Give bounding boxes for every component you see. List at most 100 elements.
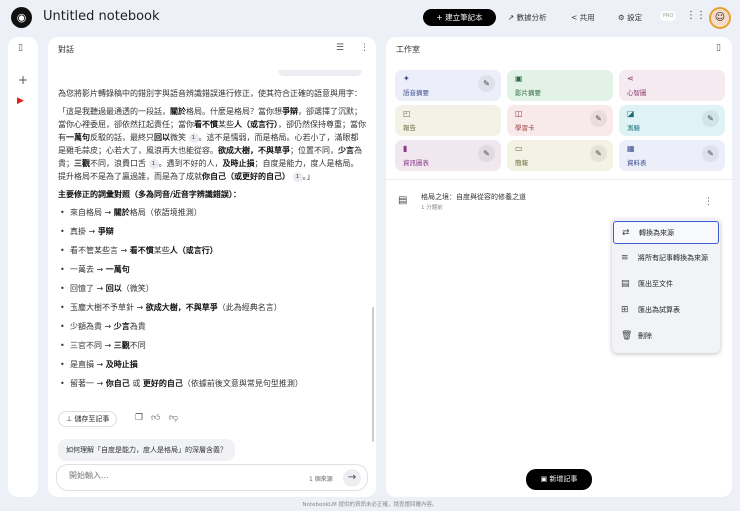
analytics-label: 數據分析 (516, 13, 547, 22)
avatar[interactable]: ☺ (709, 7, 731, 29)
tune-icon[interactable]: ☰ (336, 43, 344, 53)
apps-grid-icon[interactable]: ⋮⋮ (686, 10, 706, 21)
correction-item: 看不管某些言 → 看不慣某些人（或言行） (60, 244, 366, 257)
edit-icon[interactable]: ✎ (590, 110, 607, 127)
bold-text: 少言 (113, 322, 130, 331)
thumbs-up-icon[interactable]: 👍︎ (151, 413, 160, 423)
text-segment: 格局（依語境推測） (129, 208, 202, 217)
correction-item: 來自格局 → 關於格局（依語境推測） (60, 206, 366, 219)
top-bar: ◉ Untitled notebook + 建立筆記本 ↗ 數據分析 < 共用 … (0, 0, 740, 36)
bold-text: 回以 (154, 133, 170, 142)
citation-chip[interactable]: 1 (148, 159, 159, 169)
studio-tile[interactable]: ◪ 測驗 ✎ (619, 105, 725, 136)
chat-input[interactable] (69, 471, 269, 480)
create-notebook-button[interactable]: + 建立筆記本 (423, 9, 496, 26)
bold-text: 欲成大樹，不與草爭 (145, 303, 218, 312)
copy-icon[interactable]: ❐ (135, 413, 143, 423)
notebook-title[interactable]: Untitled notebook (43, 9, 160, 24)
text-segment: 。」 (302, 172, 315, 181)
edit-icon[interactable]: ✎ (478, 75, 495, 92)
thumbs-down-icon[interactable]: 👎︎ (169, 413, 178, 423)
text-segment: 不同，浪費口舌 (90, 159, 149, 168)
sources-collapsed-panel: ▯ + ▶ (8, 37, 38, 497)
chart-icon: ▮ (403, 144, 408, 153)
correction-item: 回憶了 → 回以（微笑） (60, 282, 366, 295)
add-note-label: 新增記事 (549, 475, 578, 483)
citation-chip[interactable]: 1 (188, 133, 199, 143)
note-context-menu: ⇄ 轉換為來源 ≡ 將所有記事轉換為來源 ▤ 匯出至文件 ⊞ 匯出為試算表 🗑︎ 刪除 (612, 219, 720, 353)
tile-label: 心智圖 (627, 89, 647, 97)
bold-text: 欲成大樹，不與草爭 (218, 146, 290, 155)
menu-item[interactable]: ≡ 將所有記事轉換為來源 (613, 247, 719, 270)
studio-tile[interactable]: ⋖ 心智圖 (619, 70, 725, 101)
menu-item[interactable]: 🗑︎ 刪除 (613, 325, 719, 348)
chat-scrollbar[interactable] (372, 307, 374, 442)
studio-tile[interactable]: ▮ 資訊圖表 ✎ (395, 140, 501, 171)
studio-tile[interactable]: ◫ 學習卡 ✎ (507, 105, 613, 136)
analytics-button[interactable]: ↗ 數據分析 (508, 9, 547, 26)
menu-item[interactable]: ▤ 匯出至文件 (613, 273, 719, 296)
edit-icon[interactable]: ✎ (478, 145, 495, 162)
bold-text: 關於 (170, 107, 186, 116)
response-intro: 為您將影片轉錄稿中的錯別字與語音辨識錯誤進行修正，使其符合正確的語意與用字： (58, 89, 362, 98)
disclaimer: NotebookLM 提供的資訊未必正確，請查證回覆內容。 (302, 502, 438, 508)
edit-icon[interactable]: ✎ (702, 145, 719, 162)
quiz-icon: ◪ (627, 109, 635, 118)
mindmap-icon: ⋖ (627, 74, 634, 83)
settings-button[interactable]: ⚙ 設定 (618, 9, 642, 26)
text-segment: 「這是我聽過最通透的一段話， (58, 107, 170, 116)
text-segment: 。遇到不好的人， (158, 159, 223, 168)
studio-title: 工作室 (396, 45, 420, 54)
studio-tile[interactable]: ✦ 語音摘要 ✎ (395, 70, 501, 101)
bold-text: 你自己 (105, 379, 130, 388)
flashcard-icon: ◫ (515, 109, 523, 118)
studio-panel: 工作室 ▯ ✦ 語音摘要 ✎ ▣ 影片摘要 ⋖ 心智圖 ◰ 報告 ◫ 學習卡 ✎ ◪ 測驗 ✎ ▮ 資訊圖表 ✎ ▭… (386, 37, 732, 497)
studio-tile[interactable]: ▣ 影片摘要 (507, 70, 613, 101)
tile-label: 語音摘要 (403, 89, 429, 97)
bold-text: 爭辯 (282, 107, 298, 116)
edit-icon[interactable]: ✎ (702, 110, 719, 127)
bold-text: 三觀 (74, 159, 90, 168)
edit-icon[interactable]: ✎ (590, 145, 607, 162)
tile-label: 資訊圖表 (403, 159, 429, 167)
suggested-question[interactable]: 如何理解「自度是能力，度人是格局」的深層含義？ (58, 439, 235, 461)
tile-label: 影片摘要 (515, 89, 541, 97)
notebooklm-logo[interactable]: ◉ (11, 7, 32, 28)
more-vert-icon[interactable]: ⋮ (360, 43, 369, 53)
chat-panel: 對話 ☰ ⋮ 為您將影片轉錄稿中的錯別字與語音辨識錯誤進行修正，使其符合正確的語… (48, 37, 376, 497)
citation-chip[interactable]: 1 (292, 172, 303, 182)
add-note-button[interactable]: ▣ 新增記事 (526, 469, 592, 490)
youtube-source-icon[interactable]: ▶ (17, 96, 24, 106)
panel-toggle-icon[interactable]: ▯ (716, 43, 721, 53)
menu-item[interactable]: ⊞ 匯出為試算表 (613, 299, 719, 322)
send-button[interactable]: → (343, 469, 361, 487)
text-segment: 三官不同 → (70, 341, 114, 350)
panel-toggle-icon[interactable]: ▯ (18, 43, 23, 53)
text-segment: 格局。什麼是格局？當你想 (186, 107, 282, 116)
menu-item-label: 刪除 (638, 332, 652, 340)
text-segment: （此為經典名言） (217, 303, 282, 312)
save-to-note-button[interactable]: ⊥ 儲存至記事 (58, 411, 118, 427)
studio-tile[interactable]: ▦ 資料表 ✎ (619, 140, 725, 171)
sparkle-icon: ✦ (403, 74, 410, 83)
bold-text: 少言 (338, 146, 354, 155)
add-source-icon[interactable]: + (18, 73, 28, 87)
create-label: 建立筆記本 (445, 13, 483, 22)
text-segment: 為貴 (129, 322, 146, 331)
bold-text: 你自己（或更好的自己） (202, 172, 290, 181)
studio-tile[interactable]: ◰ 報告 (395, 105, 501, 136)
menu-item[interactable]: ⇄ 轉換為來源 (613, 221, 719, 244)
studio-tile[interactable]: ▭ 簡報 ✎ (507, 140, 613, 171)
menu-item-label: 將所有記事轉換為來源 (638, 254, 708, 262)
share-button[interactable]: < 共用 (571, 9, 595, 26)
text-segment: （依據前後文意與常見句型推測） (182, 379, 303, 388)
menu-item-label: 轉換為來源 (639, 229, 674, 237)
text-segment: 看不管某些言 → (70, 246, 130, 255)
trending-icon: ↗ (508, 13, 517, 22)
table-icon: ▦ (627, 144, 635, 153)
save-label: 儲存至記事 (74, 415, 110, 423)
text-segment: 留著一 → (70, 379, 106, 388)
corrections-list: 來自格局 → 關於格局（依語境推測） 真掛 → 爭辯看不管某些言 → 看不慣某些人… (58, 206, 366, 390)
note-more-icon[interactable]: ⋮ (704, 197, 713, 207)
correction-item: 少額為貴 → 少言為貴 (60, 320, 366, 333)
